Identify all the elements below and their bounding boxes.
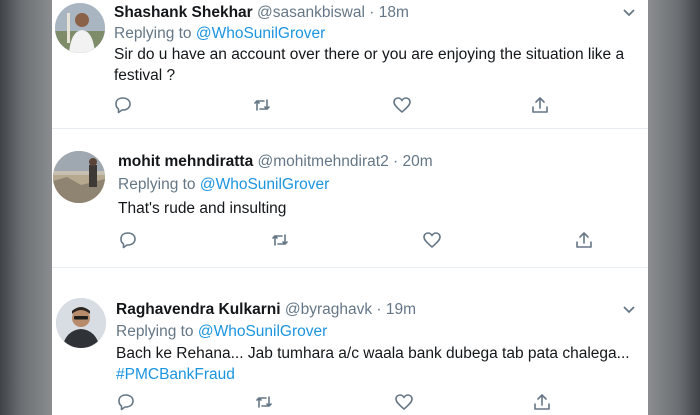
like-icon[interactable]: [394, 392, 414, 412]
reply-feed: Shashank Shekhar @sasankbiswal · 18m Rep…: [52, 0, 648, 415]
timestamp[interactable]: 18m: [379, 4, 409, 21]
reply-icon[interactable]: [113, 95, 133, 115]
timestamp[interactable]: 19m: [386, 301, 416, 318]
chevron-down-icon[interactable]: [622, 305, 636, 315]
tweet[interactable]: Raghavendra Kulkarni @byraghavk · 19m Re…: [52, 268, 648, 415]
share-icon[interactable]: [530, 95, 550, 115]
background-right: [648, 0, 700, 415]
tweet-header: mohit mehndiratta @mohitmehndirat2 · 20m: [118, 152, 433, 172]
avatar[interactable]: [55, 3, 105, 53]
replying-prefix: Replying to: [116, 323, 194, 340]
tweet-text: Bach ke Rehana... Jab tumhara a/c waala …: [116, 343, 630, 385]
user-handle[interactable]: @mohitmehndirat2: [258, 153, 389, 170]
separator-dot: ·: [369, 4, 375, 21]
user-handle[interactable]: @byraghavk: [285, 301, 372, 318]
like-icon[interactable]: [392, 95, 412, 115]
chevron-down-icon[interactable]: [622, 8, 636, 18]
mention-link[interactable]: @WhoSunilGrover: [196, 25, 325, 42]
retweet-icon[interactable]: [252, 95, 272, 115]
tweet-header: Shashank Shekhar @sasankbiswal · 18m: [114, 3, 409, 23]
tweet[interactable]: Shashank Shekhar @sasankbiswal · 18m Rep…: [52, 0, 648, 128]
replying-prefix: Replying to: [114, 25, 192, 42]
avatar[interactable]: [53, 151, 105, 203]
replying-to: Replying to @WhoSunilGrover: [118, 175, 329, 195]
tweet-text: That's rude and insulting: [118, 198, 286, 219]
hashtag-link[interactable]: #PMCBankFraud: [116, 364, 630, 385]
user-handle[interactable]: @sasankbiswal: [257, 4, 365, 21]
tweet-text: Sir do u have an account over there or y…: [114, 44, 624, 86]
like-icon[interactable]: [422, 230, 442, 250]
tweet-header: Raghavendra Kulkarni @byraghavk · 19m: [116, 300, 416, 320]
reply-icon[interactable]: [118, 230, 138, 250]
display-name[interactable]: Raghavendra Kulkarni: [116, 301, 281, 318]
retweet-icon[interactable]: [270, 230, 290, 250]
mention-link[interactable]: @WhoSunilGrover: [200, 176, 329, 193]
replying-to: Replying to @WhoSunilGrover: [116, 322, 327, 342]
avatar[interactable]: [56, 298, 106, 348]
tweet-text-line: Sir do u have an account over there or y…: [114, 46, 625, 63]
separator-dot: ·: [393, 153, 399, 170]
share-icon[interactable]: [574, 230, 594, 250]
timestamp[interactable]: 20m: [403, 153, 433, 170]
display-name[interactable]: Shashank Shekhar: [114, 4, 253, 21]
replying-prefix: Replying to: [118, 176, 196, 193]
replying-to: Replying to @WhoSunilGrover: [114, 24, 325, 44]
tweet-text-line: festival ?: [114, 67, 176, 84]
tweet-text-line: Bach ke Rehana... Jab tumhara a/c waala …: [116, 345, 630, 362]
share-icon[interactable]: [532, 392, 552, 412]
retweet-icon[interactable]: [254, 392, 274, 412]
mention-link[interactable]: @WhoSunilGrover: [198, 323, 327, 340]
background-left: [0, 0, 52, 415]
display-name[interactable]: mohit mehndiratta: [118, 153, 253, 170]
tweet[interactable]: mohit mehndiratta @mohitmehndirat2 · 20m…: [52, 129, 648, 267]
reply-icon[interactable]: [116, 392, 136, 412]
separator-dot: ·: [376, 301, 382, 318]
tweet-text-line: That's rude and insulting: [118, 200, 287, 217]
